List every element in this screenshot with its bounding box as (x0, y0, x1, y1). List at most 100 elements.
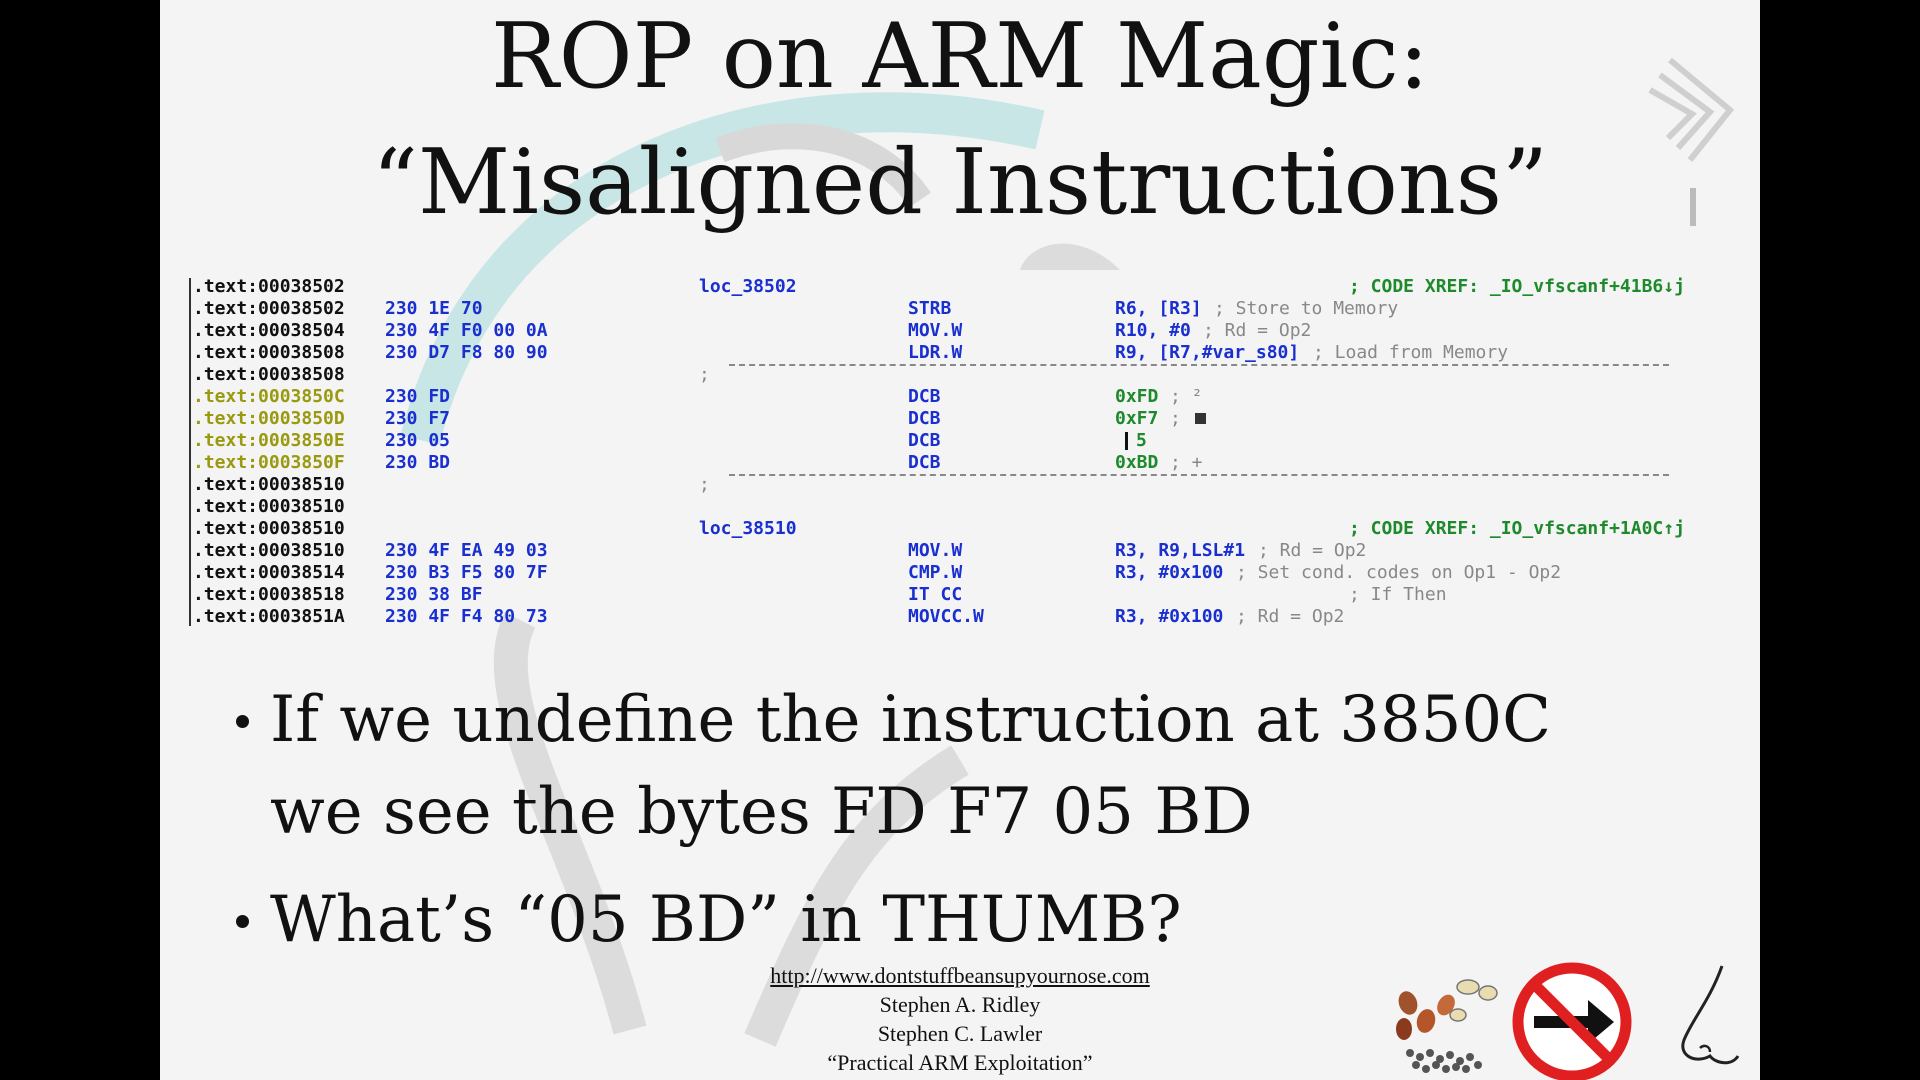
listing-mnemonic: MOV.W (908, 540, 963, 561)
listing-operand-text: R10, #0 (1115, 320, 1191, 341)
listing-address: .text:0003850D (193, 408, 345, 429)
listing-operand-text: R6, [R3] (1115, 298, 1202, 319)
footer-url-link[interactable]: http://www.dontstuffbeansupyournose.com (660, 965, 1260, 987)
listing-mnemonic: MOVCC.W (908, 606, 984, 627)
listing-comment: ; Load from Memory (1313, 342, 1509, 363)
listing-operands: 0xF7 (1115, 408, 1158, 430)
listing-opcode-bytes: 230 4F F0 00 0A (385, 320, 548, 341)
listing-address: .text:0003850C (193, 386, 345, 407)
listing-row[interactable]: .text:00038504 230 4F F0 00 0A MOV.W R10, #… (189, 320, 1669, 342)
listing-label: loc_38510 (699, 518, 797, 539)
listing-xref-comment: ; CODE XREF: _IO_vfscanf+41B6↓j (1349, 276, 1685, 297)
listing-address: .text:00038502 (193, 298, 345, 319)
listing-address: .text:00038508 (193, 364, 345, 385)
bullet-dot-2 (236, 915, 249, 928)
listing-operand-text: 5 (1136, 430, 1147, 451)
listing-operands: 0xFD (1115, 386, 1158, 408)
listing-row[interactable]: .text:0003850D 230 F7 DCB 0xF7; (189, 408, 1669, 430)
listing-row[interactable]: .text:00038518 230 38 BF IT CC ; If Then (189, 584, 1669, 606)
listing-operands: R3, #0x100 (1115, 562, 1223, 584)
bullet-dot-1 (236, 715, 249, 728)
listing-address: .text:00038510 (193, 540, 345, 561)
listing-mnemonic: DCB (908, 452, 941, 473)
listing-operands: R6, [R3] (1115, 298, 1202, 320)
listing-operands: R10, #0 (1115, 320, 1191, 342)
listing-row[interactable]: .text:00038514 230 B3 F5 80 7F CMP.W R3, #0… (189, 562, 1669, 584)
listing-operand-text: R9, [R7,#var_s80] (1115, 342, 1300, 363)
listing-xref-comment: ; CODE XREF: _IO_vfscanf+1A0C↑j (1349, 518, 1685, 539)
listing-operand-text: R3, R9,LSL#1 (1115, 540, 1246, 561)
listing-opcode-bytes: 230 B3 F5 80 7F (385, 562, 548, 583)
listing-address: .text:00038502 (193, 276, 345, 297)
listing-address: .text:00038510 (193, 496, 345, 517)
footer-author-1: Stephen A. Ridley (879, 992, 1041, 1017)
listing-label: loc_38502 (699, 276, 797, 297)
listing-operand-text: R3, #0x100 (1115, 562, 1224, 583)
listing-operand-text: 0xBD (1115, 452, 1159, 473)
listing-operand-text: R3, #0x100 (1115, 606, 1224, 627)
separator-dashed-line (729, 364, 1669, 366)
listing-separator: ; (699, 364, 710, 385)
listing-separator: ; (699, 474, 710, 495)
listing-mnemonic: DCB (908, 386, 941, 407)
listing-opcode-bytes: 230 4F EA 49 03 (385, 540, 548, 561)
nose-icon (1681, 965, 1740, 1065)
listing-comment: ; (1170, 408, 1181, 429)
listing-operands: 5 (1125, 430, 1147, 452)
listing-operands: R9, [R7,#var_s80] (1115, 342, 1299, 364)
listing-row[interactable]: .text:0003850F 230 BD DCB 0xBD ; + (189, 452, 1669, 474)
listing-comment: ; Rd = Op2 (1236, 606, 1345, 627)
listing-operand-text: 0xF7 (1115, 408, 1159, 429)
separator-dashed-line (729, 474, 1669, 476)
footer-author-2: Stephen C. Lawler (877, 1021, 1043, 1046)
listing-comment: ; Set cond. codes on Op1 - Op2 (1236, 562, 1562, 583)
listing-row[interactable]: .text:00038508; (189, 364, 1669, 386)
listing-row[interactable]: .text:0003850C 230 FD DCB 0xFD ; ² (189, 386, 1669, 408)
listing-opcode-bytes: 230 38 BF (385, 584, 483, 605)
listing-xref-comment: ; If Then (1349, 584, 1447, 605)
listing-address: .text:0003850F (193, 452, 345, 473)
no-entry-arrow-icon (1512, 962, 1632, 1080)
listing-row[interactable]: .text:00038508 230 D7 F8 80 90 LDR.W R9, [R… (189, 342, 1669, 364)
listing-row[interactable]: .text:00038502 loc_38502 ; CODE XREF: _IO_… (189, 276, 1685, 298)
slide-title-line1: ROP on ARM Magic: (491, 4, 1429, 109)
listing-row[interactable]: .text:0003850E 230 05 DCB 5 (189, 430, 1669, 452)
listing-mnemonic: LDR.W (908, 342, 963, 363)
beans-icon (1396, 979, 1498, 1073)
bullet-2: What’s “05 BD” in THUMB? (270, 883, 1182, 957)
listing-row[interactable]: .text:00038510; (189, 474, 1669, 496)
listing-opcode-bytes: 230 1E 70 (385, 298, 483, 319)
listing-opcode-bytes: 230 05 (385, 430, 451, 451)
listing-comment: ; Store to Memory (1214, 298, 1399, 319)
listing-comment: ; Rd = Op2 (1203, 320, 1312, 341)
listing-mnemonic: CMP.W (908, 562, 963, 583)
text-cursor (1125, 432, 1128, 450)
listing-address: .text:00038514 (193, 562, 345, 583)
glyph-block (1195, 413, 1206, 424)
listing-mnemonic: IT CC (908, 584, 963, 605)
footer-talk-title: “Practical ARM Exploitation” (827, 1050, 1093, 1075)
listing-row[interactable]: .text:00038510 230 4F EA 49 03 MOV.W R3, R9… (189, 540, 1669, 562)
listing-operands: 0xBD (1115, 452, 1158, 474)
listing-opcode-bytes: 230 D7 F8 80 90 (385, 342, 548, 363)
disassembly-listing: .text:00038502 loc_38502 ; CODE XREF: _IO_… (189, 276, 1685, 628)
listing-address: .text:0003851A (193, 606, 345, 627)
listing-operand-text: 0xFD (1115, 386, 1159, 407)
listing-mnemonic: DCB (908, 408, 941, 429)
slide: ROP on ARM Magic: “Misaligned Instructio… (160, 0, 1760, 1080)
listing-mnemonic: MOV.W (908, 320, 963, 341)
listing-opcode-bytes: 230 F7 (385, 408, 451, 429)
listing-row[interactable]: .text:00038510 (189, 496, 1669, 518)
listing-address: .text:0003850E (193, 430, 345, 451)
listing-comment: ; + (1170, 452, 1203, 473)
listing-mnemonic: DCB (908, 430, 941, 451)
listing-comment: ; Rd = Op2 (1258, 540, 1367, 561)
listing-mnemonic: STRB (908, 298, 952, 319)
listing-address: .text:00038508 (193, 342, 345, 363)
listing-address: .text:00038510 (193, 518, 345, 539)
bullet-1-line1: If we undefine the instruction at 3850C (270, 683, 1552, 757)
listing-comment: ; ² (1170, 386, 1203, 407)
listing-row[interactable]: .text:00038510 loc_38510 ; CODE XREF: _IO_… (189, 518, 1685, 540)
listing-row[interactable]: .text:0003851A 230 4F F4 80 73 MOVCC.W R3, … (189, 606, 1669, 628)
listing-row[interactable]: .text:00038502 230 1E 70 STRB R6, [R3] ; Sto… (189, 298, 1669, 320)
